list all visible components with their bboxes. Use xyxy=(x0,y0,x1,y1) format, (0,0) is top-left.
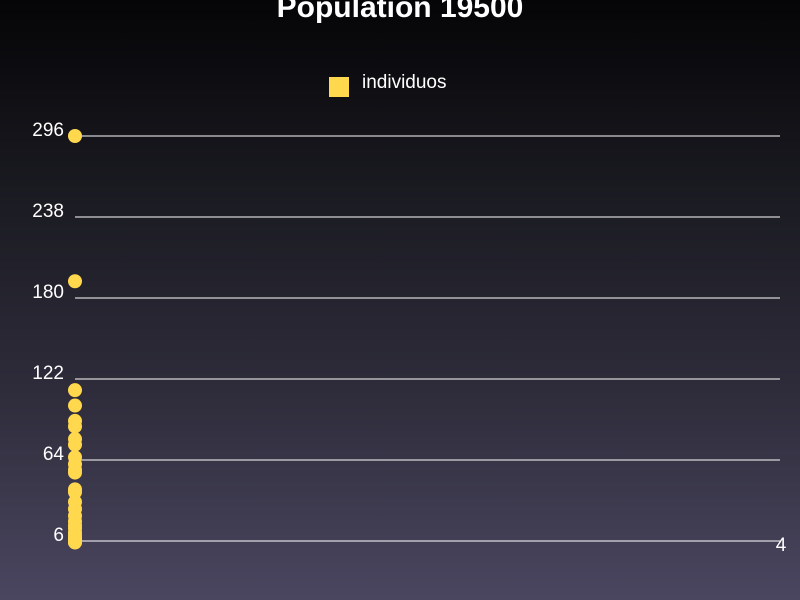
y-tick-label: 180 xyxy=(32,282,64,303)
grid-layer xyxy=(75,135,780,542)
x-tick-label: 4 xyxy=(776,535,787,556)
data-point xyxy=(68,274,82,289)
data-point xyxy=(68,419,82,434)
data-points xyxy=(68,129,82,550)
y-tick-label: 122 xyxy=(32,363,64,384)
data-point xyxy=(68,437,82,452)
chart-plot: 296238180122646 4 xyxy=(32,120,786,556)
data-point xyxy=(68,465,82,480)
data-point xyxy=(68,383,82,398)
y-tick-label: 6 xyxy=(53,525,64,546)
y-tick-label: 64 xyxy=(43,444,65,465)
data-point xyxy=(68,535,82,550)
y-tick-label: 296 xyxy=(32,120,64,141)
y-tick-label: 238 xyxy=(32,201,64,222)
axis-labels: 296238180122646 4 xyxy=(32,120,786,556)
data-point xyxy=(68,129,82,143)
data-point xyxy=(68,398,82,413)
